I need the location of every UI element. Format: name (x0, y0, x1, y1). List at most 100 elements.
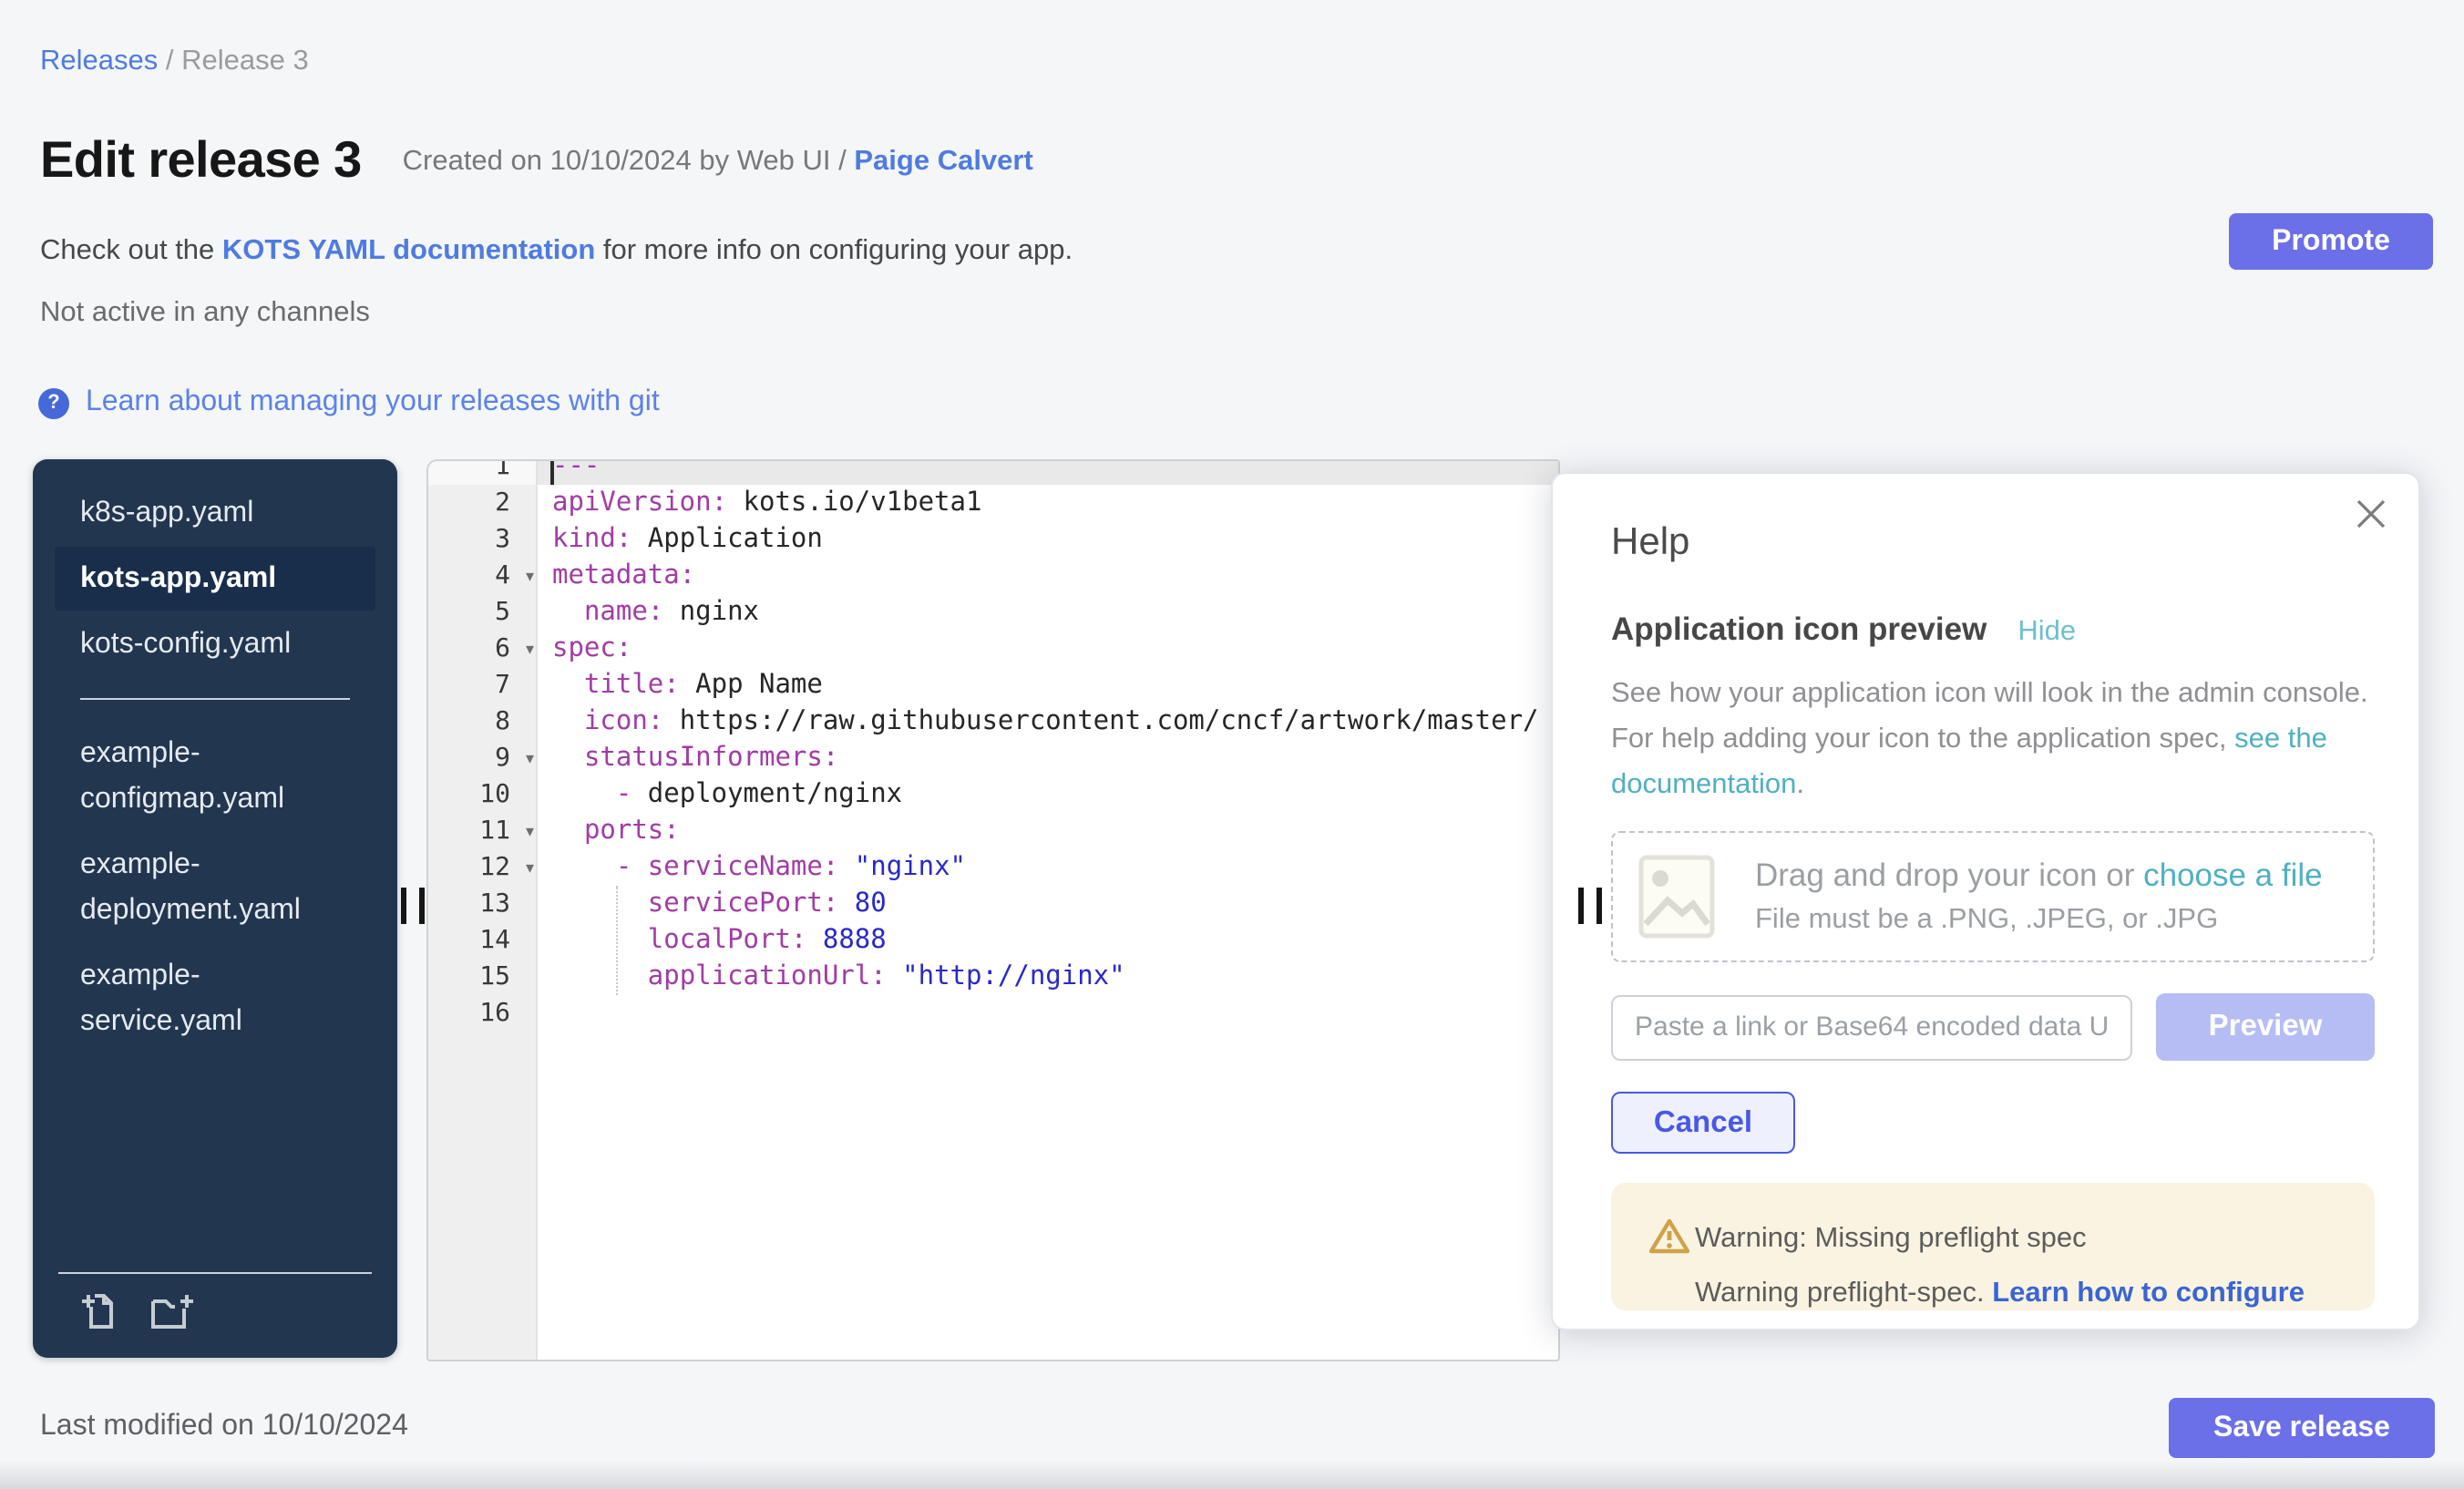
gutter-line-6: 6▾ (428, 631, 536, 667)
description-period: . (1796, 769, 1804, 800)
new-folder-icon[interactable] (149, 1292, 197, 1332)
save-release-button[interactable]: Save release (2169, 1398, 2435, 1458)
code-token (552, 744, 584, 773)
file-list-divider (80, 698, 350, 700)
indent-guide (616, 886, 618, 995)
sidebar-resize-handle[interactable] (401, 888, 425, 924)
code-line-16[interactable] (538, 995, 1558, 1032)
code-token: https://raw.githubusercontent.com/cncf/a… (663, 707, 1538, 736)
warning-triangle-icon (1649, 1217, 1689, 1254)
git-help-row[interactable]: ? Learn about managing your releases wit… (38, 386, 660, 419)
code-line-5[interactable]: name: nginx (538, 594, 1558, 631)
preview-button[interactable]: Preview (2156, 993, 2375, 1061)
code-line-15[interactable]: applicationUrl: "http://nginx" (538, 959, 1558, 995)
code-token (552, 707, 584, 736)
gutter-line-8: 8 (428, 703, 536, 740)
promote-button[interactable]: Promote (2229, 213, 2433, 270)
code-token: ports: (584, 816, 680, 846)
yaml-editor[interactable]: 1234▾56▾789▾1011▾12▾13141516 ---apiVersi… (426, 459, 1560, 1361)
code-token (552, 962, 648, 991)
code-token: 8888 (823, 926, 887, 955)
fold-caret-icon[interactable]: ▾ (526, 632, 534, 669)
code-token: 80 (855, 889, 887, 919)
code-token: - (616, 853, 648, 882)
code-line-8[interactable]: icon: https://raw.githubusercontent.com/… (538, 703, 1558, 740)
editor-gutter: 1234▾56▾789▾1011▾12▾13141516 (428, 461, 538, 1360)
editor-code-area[interactable]: --- apiVersion: kots.io/v1beta1kind: Appl… (538, 461, 1558, 1360)
file-item-k8s-app.yaml[interactable]: k8s-app.yaml (55, 481, 375, 545)
code-line-11[interactable]: ports: (538, 813, 1558, 849)
warning-detail-text: Warning preflight-spec. (1695, 1278, 1992, 1309)
fold-caret-icon[interactable]: ▾ (526, 851, 534, 888)
code-line-10[interactable]: - deployment/nginx (538, 776, 1558, 813)
panel-resize-handle[interactable] (1578, 888, 1602, 924)
file-item-example-service.yaml[interactable]: example-service.yaml (55, 944, 375, 1053)
icon-url-input[interactable] (1611, 994, 2132, 1060)
code-token (838, 853, 854, 882)
code-token: "nginx" (855, 853, 966, 882)
code-token: kots.io/v1beta1 (727, 488, 981, 518)
fold-caret-icon[interactable]: ▾ (526, 742, 534, 778)
warning-title: Warning: Missing preflight spec (1695, 1223, 2356, 1256)
gutter-line-16: 16 (428, 995, 536, 1032)
code-token: kind: (552, 525, 631, 554)
gutter-line-2: 2 (428, 485, 536, 521)
code-line-3[interactable]: kind: Application (538, 521, 1558, 558)
last-modified-text: Last modified on 10/10/2024 (40, 1411, 408, 1443)
code-token: icon: (584, 707, 663, 736)
fold-caret-icon[interactable]: ▾ (526, 560, 534, 596)
fold-caret-icon[interactable]: ▾ (526, 815, 534, 851)
icon-dropzone[interactable]: Drag and drop your icon or choose a file… (1611, 831, 2375, 962)
file-item-kots-app.yaml[interactable]: kots-app.yaml (55, 547, 375, 611)
gutter-line-11: 11▾ (428, 813, 536, 849)
dropzone-line1: Drag and drop your icon or choose a file (1755, 857, 2323, 895)
icon-preview-description: See how your application icon will look … (1611, 671, 2375, 807)
file-item-example-deployment.yaml[interactable]: example-deployment.yaml (55, 833, 375, 942)
code-line-6[interactable]: spec: (538, 631, 1558, 667)
file-list: k8s-app.yamlkots-app.yamlkots-config.yam… (33, 459, 397, 1053)
gutter-line-15: 15 (428, 959, 536, 995)
learn-configure-link[interactable]: Learn how to configure (1992, 1278, 2305, 1309)
code-token (552, 598, 584, 627)
breadcrumb-releases-link[interactable]: Releases (40, 46, 158, 77)
code-token: --- (552, 461, 600, 481)
code-token: localPort: (648, 926, 807, 955)
question-icon: ? (38, 387, 69, 418)
git-releases-link[interactable]: Learn about managing your releases with … (86, 386, 660, 419)
choose-file-link[interactable]: choose a file (2143, 857, 2323, 893)
code-line-14[interactable]: localPort: 8888 (538, 922, 1558, 959)
doc-hint-prefix: Check out the (40, 235, 222, 266)
preflight-warning-box: Warning: Missing preflight spec Warning … (1611, 1183, 2375, 1310)
code-token (552, 853, 616, 882)
kots-yaml-doc-link[interactable]: KOTS YAML documentation (222, 235, 595, 266)
code-line-1[interactable]: --- (538, 461, 1558, 485)
close-icon[interactable] (2353, 496, 2389, 532)
created-author-link[interactable]: Paige Calvert (854, 146, 1032, 177)
code-line-4[interactable]: metadata: (538, 558, 1558, 594)
help-panel: Help Application icon preview Hide See h… (1551, 472, 2420, 1330)
file-item-kots-config.yaml[interactable]: kots-config.yaml (55, 612, 375, 676)
code-token: title: (584, 671, 680, 700)
code-line-12[interactable]: - serviceName: "nginx" (538, 849, 1558, 886)
cancel-button[interactable]: Cancel (1611, 1092, 1795, 1154)
breadcrumb: Releases / Release 3 (40, 46, 309, 78)
code-token (552, 780, 616, 809)
dropzone-file-types: File must be a .PNG, .JPEG, or .JPG (1755, 904, 2323, 937)
hide-link[interactable]: Hide (2017, 616, 2076, 649)
file-item-example-configmap.yaml[interactable]: example-configmap.yaml (55, 722, 375, 831)
code-line-2[interactable]: apiVersion: kots.io/v1beta1 (538, 485, 1558, 521)
gutter-line-7: 7 (428, 667, 536, 703)
code-token: name: (584, 598, 663, 627)
code-line-7[interactable]: title: App Name (538, 667, 1558, 703)
code-line-9[interactable]: statusInformers: (538, 740, 1558, 776)
breadcrumb-separator: / (158, 46, 181, 77)
warning-detail: Warning preflight-spec. Learn how to con… (1695, 1278, 2356, 1310)
code-token: statusInformers: (584, 744, 838, 773)
code-token (887, 962, 902, 991)
new-file-icon[interactable] (80, 1292, 120, 1332)
code-token: - (616, 780, 648, 809)
code-line-13[interactable]: servicePort: 80 (538, 886, 1558, 922)
code-lines: --- apiVersion: kots.io/v1beta1kind: Appl… (538, 461, 1558, 1032)
code-token (838, 889, 854, 919)
doc-hint-suffix: for more info on configuring your app. (595, 235, 1073, 266)
